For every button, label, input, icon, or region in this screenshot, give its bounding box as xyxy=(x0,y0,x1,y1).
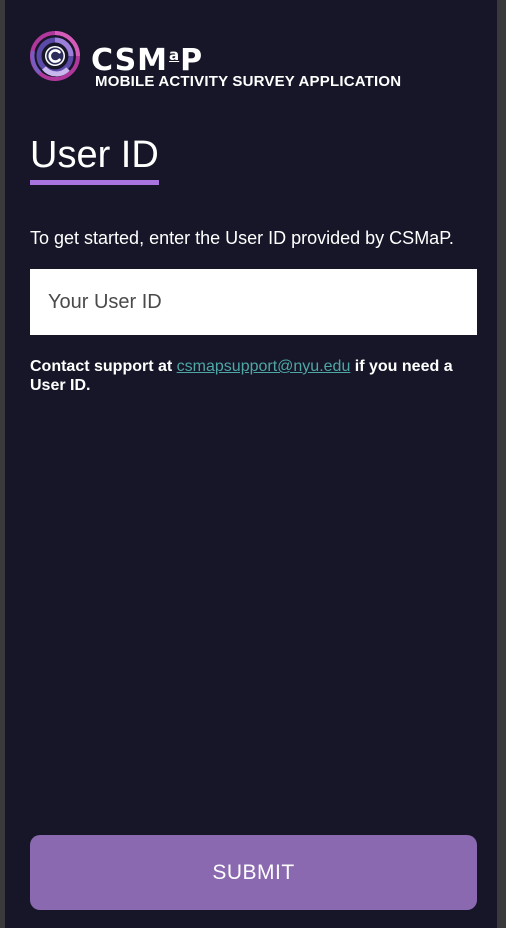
intro-text: To get started, enter the User ID provid… xyxy=(30,228,454,248)
contact-support-text: Contact support at csmapsupport@nyu.edu … xyxy=(30,357,475,395)
csmap-logo-icon xyxy=(30,31,80,81)
contact-prefix: Contact support at xyxy=(30,358,177,375)
submit-button[interactable]: SUBMIT xyxy=(30,835,477,910)
device-bezel-right xyxy=(497,0,506,928)
user-id-input[interactable] xyxy=(30,269,477,335)
support-email-link[interactable]: csmapsupport@nyu.edu xyxy=(177,358,351,375)
page-title: User ID xyxy=(30,132,159,185)
app-subtitle: MOBILE ACTIVITY SURVEY APPLICATION xyxy=(95,73,402,90)
app-screen: CSMaP MOBILE ACTIVITY SURVEY APPLICATION… xyxy=(5,0,497,928)
